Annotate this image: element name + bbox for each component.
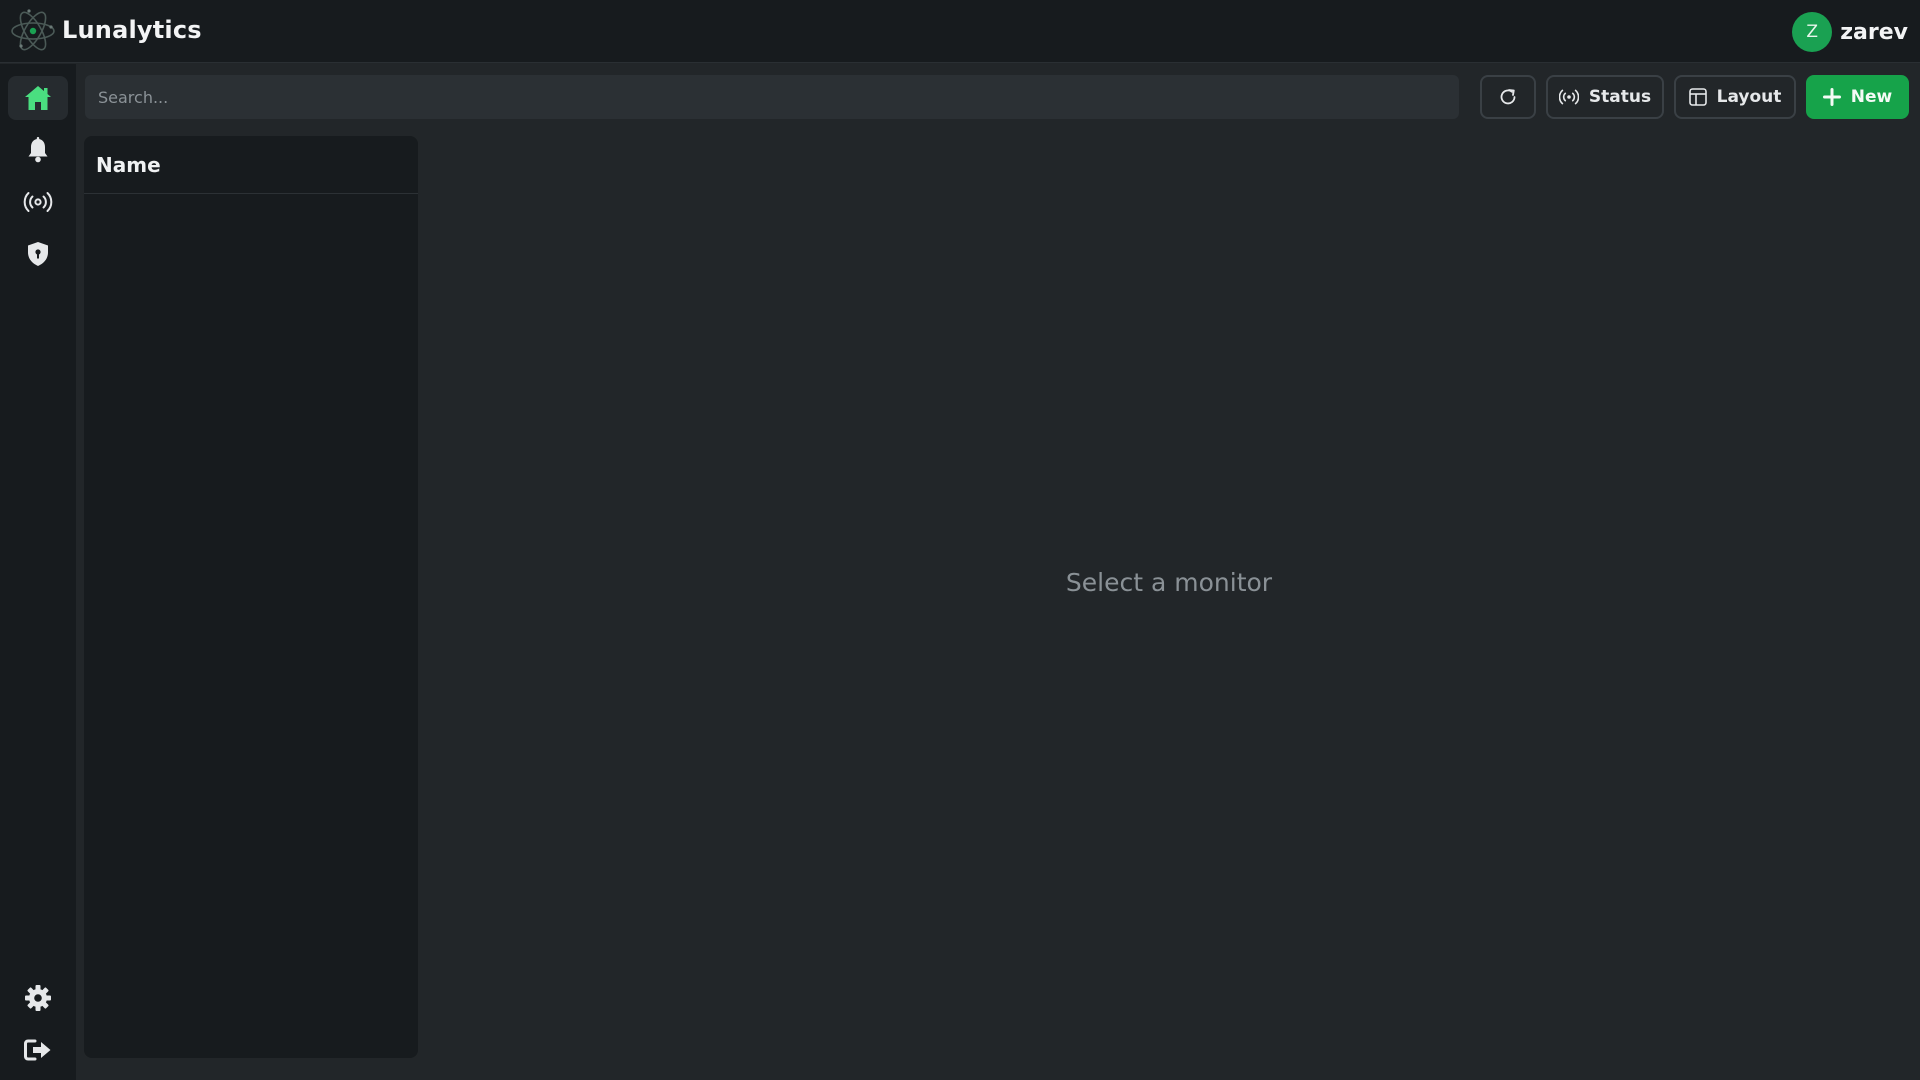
broadcast-icon xyxy=(1558,89,1579,105)
monitor-list-panel: Name xyxy=(84,136,418,1058)
sidebar-item-home[interactable] xyxy=(8,76,68,120)
plus-icon xyxy=(1822,88,1841,106)
refresh-icon xyxy=(1500,89,1516,105)
refresh-button[interactable] xyxy=(1480,75,1536,119)
logo-icon xyxy=(11,9,55,51)
gear-icon xyxy=(25,985,51,1011)
search-input[interactable] xyxy=(85,75,1459,119)
sidebar-item-status-pages[interactable] xyxy=(8,180,68,224)
sidebar xyxy=(0,64,76,1080)
avatar[interactable]: Z xyxy=(1792,12,1833,52)
layout-button-label: Layout xyxy=(1716,87,1782,107)
sidebar-item-security[interactable] xyxy=(8,232,68,276)
new-button-label: New xyxy=(1850,87,1893,107)
monitor-list-header: Name xyxy=(84,136,418,194)
app-title: Lunalytics xyxy=(62,16,202,44)
top-bar: Lunalytics Z zarev xyxy=(0,0,1920,63)
logout-icon xyxy=(24,1039,51,1061)
bell-icon xyxy=(28,137,48,163)
empty-state-message: Select a monitor xyxy=(1065,568,1273,597)
shield-icon xyxy=(28,242,48,266)
status-button[interactable]: Status xyxy=(1546,75,1664,119)
broadcast-icon xyxy=(23,192,53,212)
home-icon xyxy=(25,86,51,110)
sidebar-item-notifications[interactable] xyxy=(8,128,68,172)
layout-button[interactable]: Layout xyxy=(1674,75,1796,119)
new-monitor-button[interactable]: New xyxy=(1806,75,1909,119)
status-button-label: Status xyxy=(1588,87,1652,107)
user-menu[interactable]: Z zarev xyxy=(1792,12,1908,52)
sidebar-item-settings[interactable] xyxy=(8,976,68,1020)
layout-icon xyxy=(1688,88,1707,106)
sidebar-item-logout[interactable] xyxy=(8,1028,68,1072)
username[interactable]: zarev xyxy=(1840,20,1908,45)
